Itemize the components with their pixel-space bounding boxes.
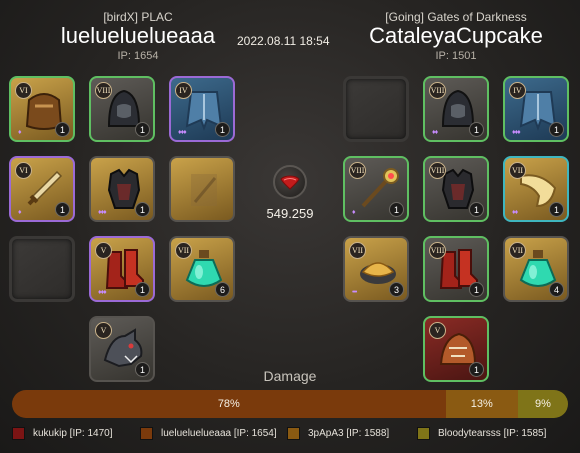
legend-item[interactable]: kukukip [IP: 1470] [12, 427, 113, 440]
killer-slot-armor[interactable]: ♦♦♦ 1 [89, 156, 155, 222]
enchant-indicator: ♦♦ [432, 129, 438, 136]
victim-slot-shoes[interactable]: VIII 1 [423, 236, 489, 302]
quantity-badge: 1 [549, 122, 564, 137]
victim-slot-bag[interactable] [343, 76, 409, 142]
killer-slot-bag[interactable]: VI ♦ 1 [9, 76, 75, 142]
quantity-badge: 4 [549, 282, 564, 297]
victim-slot-offhand[interactable]: VII ♦♦ 1 [503, 156, 569, 222]
damage-segment: 9% [517, 390, 568, 418]
damage-segment: 13% [445, 390, 518, 418]
tier-badge: VIII [95, 82, 112, 99]
tier-badge: VIII [429, 162, 446, 179]
legend-swatch [287, 427, 300, 440]
legend-item[interactable]: 3pApA3 [IP: 1588] [287, 427, 389, 440]
enchant-indicator: ♦♦ [512, 209, 518, 216]
enchant-indicator: ••• [352, 289, 357, 296]
kill-fame-value: 549.259 [266, 206, 314, 221]
quantity-badge: 1 [135, 282, 150, 297]
tier-badge: VII [349, 242, 366, 259]
tier-badge: V [429, 322, 446, 339]
damage-bar: 78% 13% 9% [12, 390, 568, 418]
victim-slot-armor[interactable]: VIII 1 [423, 156, 489, 222]
damage-label: Damage [263, 368, 317, 384]
legend-swatch [12, 427, 25, 440]
legend-swatch [140, 427, 153, 440]
killer-slot-cape[interactable]: IV ♦♦♦ 1 [169, 76, 235, 142]
killer-header: [birdX] PLAC luelueluelueaaa IP: 1654 [18, 10, 258, 62]
enchant-indicator: ♦♦♦ [98, 209, 107, 216]
damage-legend: kukukip [IP: 1470] luelueluelueaaa [IP: 1… [12, 425, 572, 445]
legend-swatch [417, 427, 430, 440]
enchant-indicator: ♦ [352, 209, 355, 216]
enchant-indicator: ♦♦♦ [512, 129, 521, 136]
killer-slot-food[interactable] [9, 236, 75, 302]
quantity-badge: 1 [55, 202, 70, 217]
enchant-indicator: ♦♦♦ [178, 129, 187, 136]
quantity-badge: 1 [469, 282, 484, 297]
tier-badge: V [95, 322, 112, 339]
quantity-badge: 3 [389, 282, 404, 297]
enchant-indicator: ♦ [18, 129, 21, 136]
killer-slot-offhand[interactable] [169, 156, 235, 222]
killer-slot-head[interactable]: VIII 1 [89, 76, 155, 142]
killer-slot-shoes[interactable]: V ♦♦♦ 1 [89, 236, 155, 302]
quantity-badge: 1 [215, 122, 230, 137]
quantity-badge: 1 [389, 202, 404, 217]
legend-label: luelueluelueaaa [IP: 1654] [161, 428, 277, 439]
killer-ip: IP: 1654 [117, 50, 159, 62]
victim-slot-cape[interactable]: IV ♦♦♦ 1 [503, 76, 569, 142]
quantity-badge: 6 [215, 282, 230, 297]
victim-slot-head[interactable]: VIII ♦♦ 1 [423, 76, 489, 142]
tier-badge: VII [175, 242, 192, 259]
quantity-badge: 1 [55, 122, 70, 137]
quantity-badge: 1 [469, 202, 484, 217]
damage-segment: 78% [12, 390, 446, 418]
quantity-badge: 1 [469, 122, 484, 137]
tier-badge: IV [509, 82, 526, 99]
tier-badge: VI [15, 82, 32, 99]
enchant-indicator: ♦♦♦ [98, 289, 107, 296]
tier-badge: V [95, 242, 112, 259]
legend-label: Bloodytearsss [IP: 1585] [438, 428, 547, 439]
victim-guild: [Going] Gates of Darkness [385, 10, 527, 24]
tier-badge: VII [509, 162, 526, 179]
tier-badge: VI [15, 162, 32, 179]
tier-badge: IV [175, 82, 192, 99]
tier-badge: VIII [429, 242, 446, 259]
kill-fame-icon [273, 165, 307, 199]
ghost-offhand-icon [181, 166, 227, 212]
quantity-badge: 1 [135, 202, 150, 217]
quantity-badge: 1 [549, 202, 564, 217]
quantity-badge: 1 [135, 122, 150, 137]
tier-badge: VII [509, 242, 526, 259]
legend-item[interactable]: luelueluelueaaa [IP: 1654] [140, 427, 277, 440]
tier-badge: VIII [349, 162, 366, 179]
killer-slot-potion[interactable]: VII 6 [169, 236, 235, 302]
victim-slot-mainhand[interactable]: VIII ♦ 1 [343, 156, 409, 222]
victim-header: [Going] Gates of Darkness CataleyaCupcak… [336, 10, 576, 62]
killer-name[interactable]: luelueluelueaaa [18, 24, 258, 48]
legend-item[interactable]: Bloodytearsss [IP: 1585] [417, 427, 546, 440]
tier-badge: VIII [429, 82, 446, 99]
enchant-indicator: ♦ [18, 209, 21, 216]
victim-ip: IP: 1501 [435, 50, 477, 62]
legend-label: 3pApA3 [IP: 1588] [308, 428, 390, 439]
victim-slot-food[interactable]: VII ••• 3 [343, 236, 409, 302]
kill-timestamp: 2022.08.11 18:54 [237, 34, 330, 48]
victim-slot-potion[interactable]: VII 4 [503, 236, 569, 302]
killer-guild: [birdX] PLAC [103, 10, 173, 24]
killer-slot-mainhand[interactable]: VI ♦ 1 [9, 156, 75, 222]
legend-label: kukukip [IP: 1470] [33, 428, 113, 439]
victim-name[interactable]: CataleyaCupcake [336, 24, 576, 48]
